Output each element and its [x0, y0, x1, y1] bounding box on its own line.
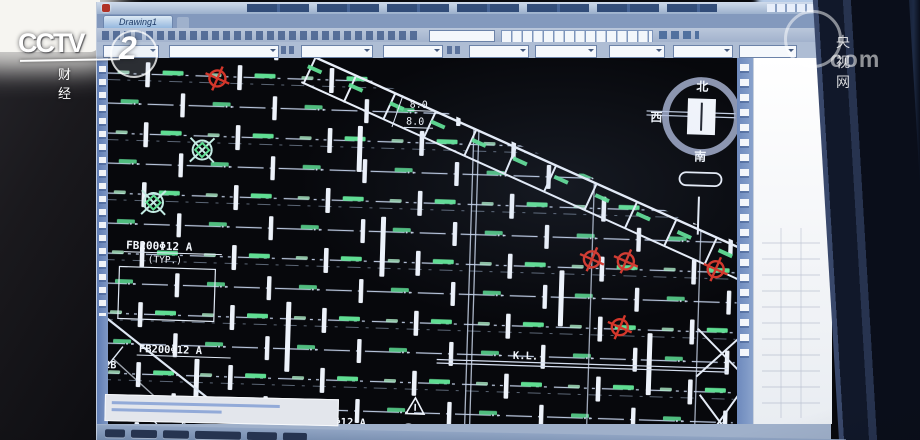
right-docked-toolbar[interactable]	[737, 58, 753, 424]
layer-tools-icons[interactable]	[281, 46, 297, 54]
label-elev-bottom: 8.0	[406, 116, 424, 128]
status-toggle-snap[interactable]	[105, 429, 125, 437]
autocad-window: Drawing1	[96, 2, 831, 440]
watermark-domain-suffix: com	[830, 46, 880, 73]
dimstyle-combo[interactable]	[609, 45, 665, 58]
drawing-geometry: 北 西 东 南	[108, 58, 737, 424]
status-toggle-polar[interactable]	[195, 430, 241, 439]
left-docked-toolbar[interactable]	[97, 58, 108, 424]
command-text-line	[112, 401, 280, 408]
command-window[interactable]	[104, 394, 339, 426]
cad-drawing: 北 西 东 南	[108, 58, 737, 424]
app-logo-icon	[102, 4, 110, 12]
property-icons[interactable]	[447, 46, 463, 54]
plotstyle-combo[interactable]	[535, 45, 597, 58]
status-toggle-grid[interactable]	[131, 429, 157, 437]
status-bar	[97, 425, 846, 440]
title-bar	[97, 2, 831, 14]
cctv-channel-number: 2	[119, 30, 137, 67]
cctv-brand-text: CCTV	[18, 28, 84, 59]
palette-content	[762, 228, 820, 418]
toolbar-input[interactable]	[429, 30, 495, 42]
menu-bar[interactable]	[247, 4, 717, 12]
status-toggle-ortho[interactable]	[163, 430, 189, 438]
tv-frame: Drawing1	[0, 0, 920, 440]
style-buttons-group[interactable]	[501, 30, 653, 43]
cctv-channel-name: 财经	[58, 64, 93, 102]
linetype-combo[interactable]	[383, 45, 443, 58]
toolbar-icons-right[interactable]	[659, 31, 699, 39]
new-tab-button[interactable]	[177, 17, 189, 28]
properties-toolbar	[97, 42, 831, 58]
compass-north-label: 北	[696, 78, 708, 93]
standard-toolbar	[97, 28, 831, 42]
status-toggle-otrack[interactable]	[283, 432, 307, 440]
drawing-area-container: 北 西 东 南	[97, 58, 831, 424]
textstyle-combo[interactable]	[673, 45, 733, 58]
right-toolbar-icons	[740, 64, 749, 364]
layer-name-combo[interactable]	[169, 45, 279, 58]
status-toggle-osnap[interactable]	[247, 431, 277, 440]
label-typ: (TYP.)	[148, 254, 183, 266]
command-text-line	[112, 408, 222, 413]
left-toolbar-icons	[99, 66, 106, 316]
compass-south-label: 南	[694, 148, 706, 163]
color-combo[interactable]	[301, 45, 373, 58]
drawing-tab-bar: Drawing1	[97, 14, 831, 28]
label-beam-kl: K.L.	[513, 350, 539, 363]
lineweight-combo[interactable]	[469, 45, 529, 58]
tab-drawing1[interactable]: Drawing1	[103, 15, 173, 29]
compass-west-label: 西	[650, 110, 662, 124]
cad-canvas[interactable]: 北 西 东 南	[108, 58, 737, 424]
cctv-channel-logo: CCTV 2 财经	[18, 28, 84, 59]
label-grid-2b: 2B	[108, 360, 117, 371]
label-elev-top: 8.0	[409, 100, 427, 112]
